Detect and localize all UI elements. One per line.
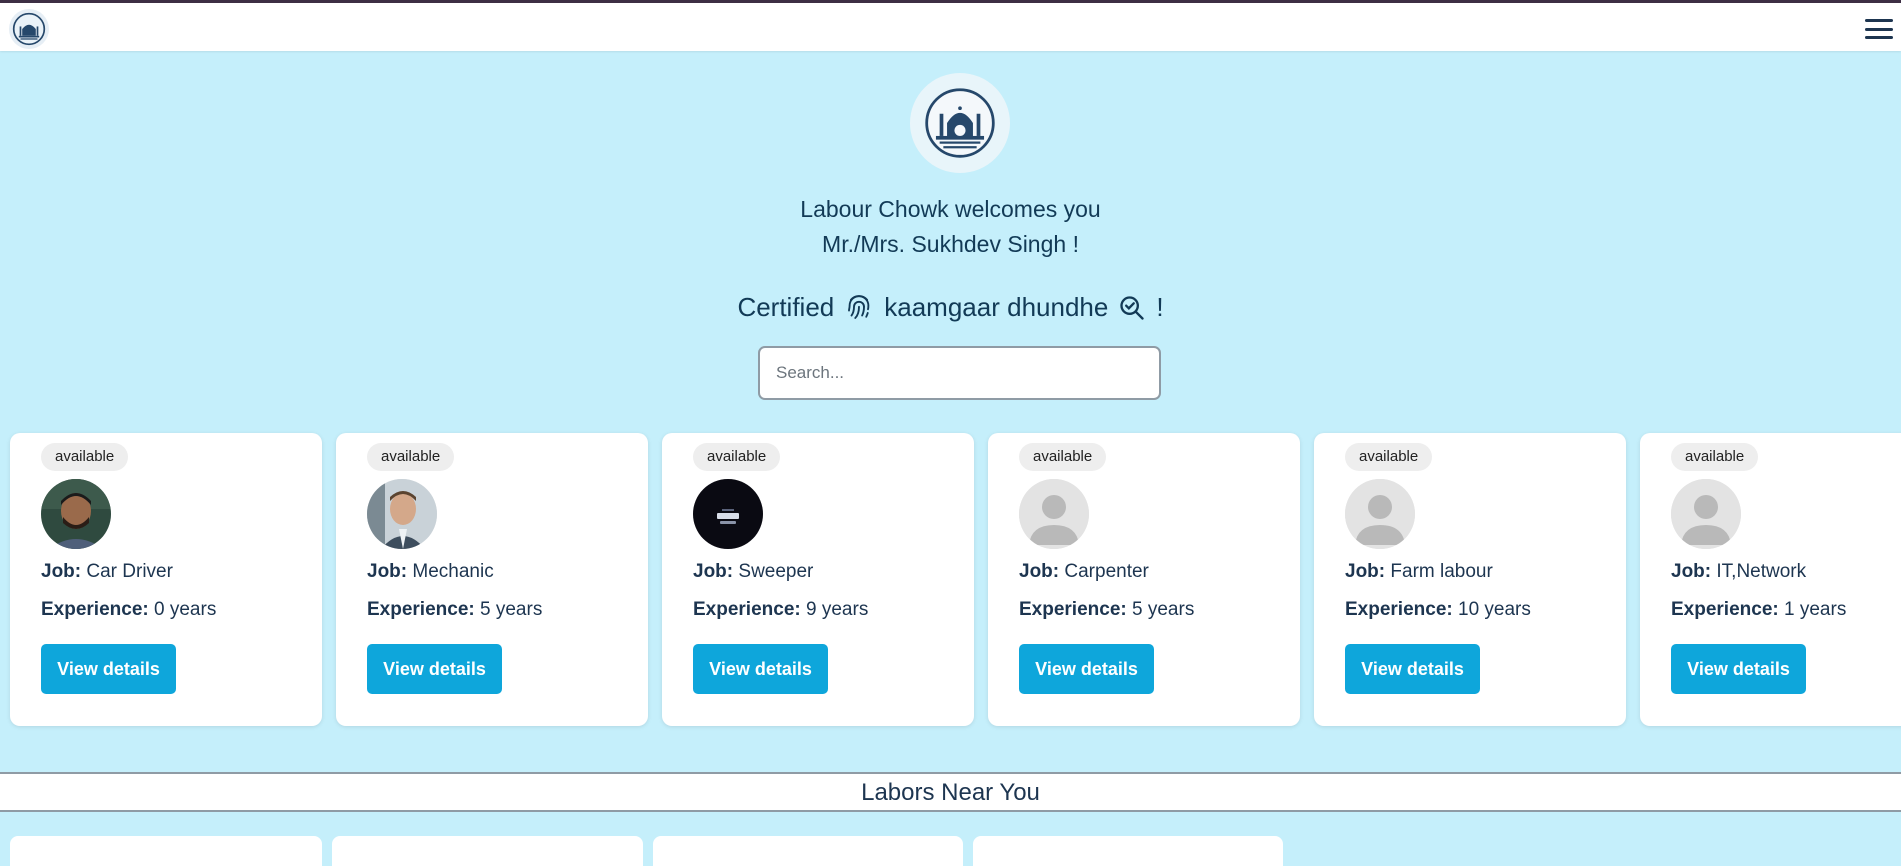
default-user-icon <box>1671 479 1741 549</box>
avatar <box>41 479 111 549</box>
job-label: Job: <box>367 561 408 582</box>
job-value: Farm labour <box>1390 561 1493 582</box>
job-field: Job: Carpenter <box>1019 561 1149 583</box>
experience-field: Experience: 5 years <box>1019 599 1194 621</box>
job-value: Car Driver <box>86 561 173 582</box>
experience-value: 0 years <box>154 599 217 620</box>
job-field: Job: Car Driver <box>41 561 173 583</box>
worker-card: available Job: IT,Network Experience: 1 … <box>1640 433 1901 726</box>
user-greeting: Mr./Mrs. Sukhdev Singh ! <box>822 231 1079 257</box>
experience-value: 1 years <box>1784 599 1847 620</box>
near-card <box>332 836 643 866</box>
job-value: Sweeper <box>738 561 814 582</box>
experience-value: 10 years <box>1458 599 1531 620</box>
status-badge: available <box>1671 443 1759 471</box>
view-details-button[interactable]: View details <box>1671 644 1806 694</box>
job-label: Job: <box>41 561 82 582</box>
experience-field: Experience: 0 years <box>41 599 216 621</box>
top-navbar <box>0 0 1901 51</box>
experience-label: Experience: <box>1345 599 1453 620</box>
status-badge: available <box>367 443 455 471</box>
default-user-icon <box>1345 479 1415 549</box>
view-details-button[interactable]: View details <box>1019 644 1154 694</box>
status-badge: available <box>1345 443 1433 471</box>
worker-cards-row: available Job: Car Driver Experience: 0 … <box>10 433 1901 726</box>
labors-near-you-heading: Labors Near You <box>0 772 1901 812</box>
job-field: Job: Farm labour <box>1345 561 1493 583</box>
job-label: Job: <box>1671 561 1712 582</box>
experience-field: Experience: 1 years <box>1671 599 1846 621</box>
status-badge: available <box>693 443 781 471</box>
job-field: Job: Mechanic <box>367 561 494 583</box>
search-check-icon <box>1118 294 1146 322</box>
hamburger-menu-icon[interactable] <box>1865 15 1893 43</box>
fingerprint-icon <box>844 293 874 323</box>
worker-card: available Job: Car Driver Experience: 0 … <box>10 433 322 726</box>
job-field: Job: Sweeper <box>693 561 813 583</box>
job-value: Carpenter <box>1064 561 1149 582</box>
experience-field: Experience: 5 years <box>367 599 542 621</box>
job-label: Job: <box>1345 561 1386 582</box>
tagline-text-search: kaamgaar dhundhe <box>884 292 1109 322</box>
job-label: Job: <box>1019 561 1060 582</box>
worker-card: available Job: Carpenter Experience: 5 y… <box>988 433 1300 726</box>
monument-logo-icon <box>910 73 1010 173</box>
search-input[interactable] <box>758 346 1161 400</box>
near-card <box>10 836 322 866</box>
worker-card: available Job: Sweeper Experience: 9 yea… <box>662 433 974 726</box>
experience-label: Experience: <box>1671 599 1779 620</box>
experience-field: Experience: 10 years <box>1345 599 1531 621</box>
avatar <box>367 479 437 549</box>
view-details-button[interactable]: View details <box>367 644 502 694</box>
near-card <box>973 836 1283 866</box>
experience-label: Experience: <box>367 599 475 620</box>
job-label: Job: <box>693 561 734 582</box>
experience-value: 5 years <box>480 599 543 620</box>
experience-label: Experience: <box>41 599 149 620</box>
near-card <box>653 836 963 866</box>
tagline: Certified kaamgaar dhundhe ! <box>0 292 1901 323</box>
avatar <box>693 479 763 549</box>
tagline-exclamation: ! <box>1156 292 1164 322</box>
experience-label: Experience: <box>693 599 801 620</box>
default-user-icon <box>1019 479 1089 549</box>
status-badge: available <box>1019 443 1107 471</box>
monument-logo-icon[interactable] <box>9 9 49 49</box>
experience-value: 9 years <box>806 599 869 620</box>
welcome-message: Labour Chowk welcomes you <box>800 196 1101 222</box>
view-details-button[interactable]: View details <box>41 644 176 694</box>
view-details-button[interactable]: View details <box>1345 644 1480 694</box>
tagline-text-certified: Certified <box>737 292 835 322</box>
worker-card: available Job: Farm labour Experience: 1… <box>1314 433 1626 726</box>
job-field: Job: IT,Network <box>1671 561 1806 583</box>
experience-value: 5 years <box>1132 599 1195 620</box>
experience-label: Experience: <box>1019 599 1127 620</box>
job-value: IT,Network <box>1716 561 1807 582</box>
view-details-button[interactable]: View details <box>693 644 828 694</box>
status-badge: available <box>41 443 129 471</box>
experience-field: Experience: 9 years <box>693 599 868 621</box>
worker-card: available Job: Mechanic Experience: 5 ye… <box>336 433 648 726</box>
job-value: Mechanic <box>412 561 494 582</box>
